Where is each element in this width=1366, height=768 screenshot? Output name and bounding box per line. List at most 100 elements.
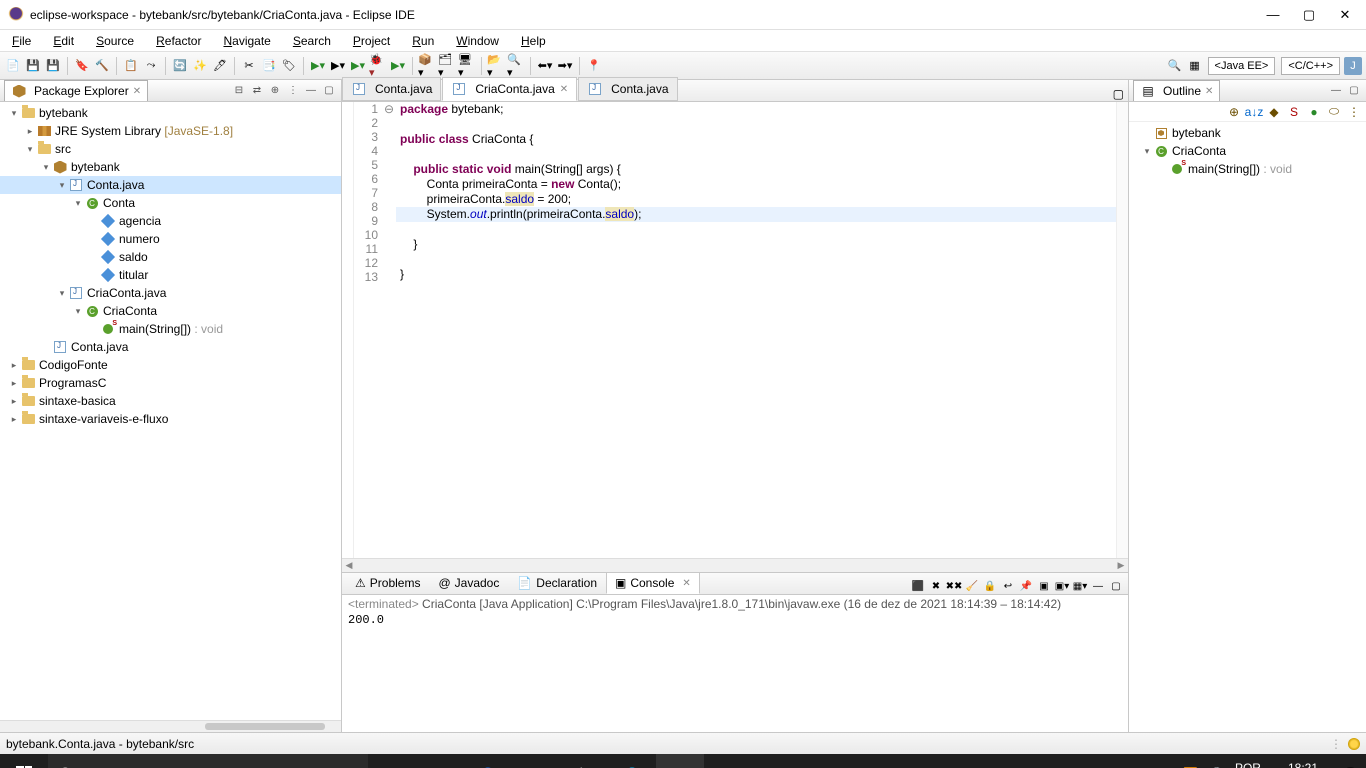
toggle-mark-button[interactable]: 🔖 (73, 57, 91, 75)
menu-source[interactable]: Source (90, 32, 140, 50)
new-button[interactable]: 📄 (4, 57, 22, 75)
build-button[interactable]: 🔨 (93, 57, 111, 75)
brush-button[interactable]: 🖊 (211, 57, 229, 75)
wand-button[interactable]: ✨ (191, 57, 209, 75)
scroll-left-icon[interactable]: ◀ (342, 560, 356, 571)
tree-row[interactable]: ▸sintaxe-basica (0, 392, 341, 410)
quick-access-button[interactable]: 🔍 (1166, 57, 1184, 75)
clock[interactable]: 18:21 16/12/2021 (1273, 762, 1333, 768)
tree-row[interactable]: numero (0, 230, 341, 248)
editor-tab[interactable]: CriaConta.java✕ (442, 77, 577, 101)
package-explorer-tree[interactable]: ▾bytebank▸JRE System Library [JavaSE-1.8… (0, 102, 341, 720)
toggle-breadcrumb-button[interactable]: 📋 (122, 57, 140, 75)
expand-toggle[interactable]: ▾ (8, 108, 20, 119)
close-button[interactable]: ✕ (1338, 7, 1352, 23)
expand-toggle[interactable]: ▸ (8, 396, 20, 407)
expand-toggle[interactable]: ▾ (1141, 146, 1153, 157)
expand-toggle[interactable]: ▾ (24, 144, 36, 155)
expand-toggle[interactable]: ▸ (24, 126, 36, 137)
collapse-all-button[interactable]: ⊟ (231, 83, 247, 99)
open-console-button[interactable]: ▣▾ (1054, 578, 1070, 594)
maximize-editor-button[interactable]: ▢ (1113, 87, 1124, 101)
bottom-tab-declaration[interactable]: 📄Declaration (508, 572, 606, 594)
view-menu-button[interactable]: ⋮ (285, 83, 301, 99)
remove-all-button[interactable]: ✖✖ (946, 578, 962, 594)
expand-toggle[interactable]: ▾ (56, 288, 68, 299)
editor-hscroll[interactable]: ◀ ▶ (342, 558, 1128, 572)
minimize-view-button[interactable]: — (303, 83, 319, 99)
scroll-right-icon[interactable]: ▶ (1114, 560, 1128, 571)
coverage-button[interactable]: ▶▾ (329, 57, 347, 75)
perspective-cpp[interactable]: <C/C++> (1281, 57, 1340, 75)
open-perspective-button[interactable]: ▦ (1186, 57, 1204, 75)
pin-editor-button[interactable]: 📍 (585, 57, 603, 75)
open-type-button[interactable]: 📂▾ (487, 57, 505, 75)
menu-project[interactable]: Project (347, 32, 396, 50)
tree-row[interactable]: titular (0, 266, 341, 284)
menu-file[interactable]: File (6, 32, 37, 50)
tree-row[interactable]: agencia (0, 212, 341, 230)
status-view-menu[interactable]: ⋮ (1330, 737, 1342, 751)
tree-row[interactable]: ▸ProgramasC (0, 374, 341, 392)
menu-window[interactable]: Window (450, 32, 505, 50)
hide-local-button[interactable]: ⬭ (1326, 104, 1342, 120)
menu-run[interactable]: Run (406, 32, 440, 50)
menu-help[interactable]: Help (515, 32, 552, 50)
sort-button[interactable]: a↓z (1246, 104, 1262, 120)
view-menu-button[interactable]: ⋮ (1346, 104, 1362, 120)
external-tools-button[interactable]: ▶▾ (389, 57, 407, 75)
overview-ruler[interactable] (1116, 102, 1128, 558)
expand-toggle[interactable]: ▾ (72, 198, 84, 209)
tree-row[interactable]: Conta.java (0, 338, 341, 356)
save-button[interactable]: 💾 (24, 57, 42, 75)
bottom-tab-problems[interactable]: ⚠Problems (346, 572, 429, 594)
tree-row[interactable]: ▾CriaConta.java (0, 284, 341, 302)
maximize-button[interactable]: ▢ (1302, 7, 1316, 23)
editor-tab[interactable]: Conta.java (342, 77, 441, 101)
package-explorer-tab[interactable]: Package Explorer ✕ (4, 80, 148, 101)
refresh-button[interactable]: 🔄 (171, 57, 189, 75)
debug-button[interactable]: 🐞▾ (369, 57, 387, 75)
tree-row[interactable]: ▾CConta (0, 194, 341, 212)
edge-app[interactable]: 🌐 (608, 754, 656, 768)
pin-console-button[interactable]: 📌 (1018, 578, 1034, 594)
display-selected-button[interactable]: ▦▾ (1072, 578, 1088, 594)
tip-bulb-icon[interactable] (1348, 738, 1360, 750)
link-editor-button[interactable]: ⇄ (249, 83, 265, 99)
perspective-java[interactable]: J (1344, 57, 1362, 75)
editor-tab[interactable]: Conta.java (578, 77, 677, 101)
expand-toggle[interactable]: ▸ (8, 378, 20, 389)
tree-row[interactable]: saldo (0, 248, 341, 266)
hide-fields-button[interactable]: ◆ (1266, 104, 1282, 120)
task-view-button[interactable]: ⧉ (416, 754, 464, 768)
menu-navigate[interactable]: Navigate (217, 32, 276, 50)
close-icon[interactable]: ✕ (1205, 86, 1213, 97)
tree-row[interactable]: ▾CCriaConta (1129, 142, 1366, 160)
tree-row[interactable]: ▾src (0, 140, 341, 158)
perspective-javaee[interactable]: <Java EE> (1208, 57, 1276, 75)
hide-static-button[interactable]: S (1286, 104, 1302, 120)
chrome-app[interactable]: 🔵 (464, 754, 512, 768)
save-all-button[interactable]: 💾 (44, 57, 62, 75)
horizontal-scrollbar[interactable] (0, 720, 341, 732)
tree-row[interactable]: ▾bytebank (0, 104, 341, 122)
tree-row[interactable]: ▾bytebank (0, 158, 341, 176)
tree-row[interactable]: ▸JRE System Library [JavaSE-1.8] (0, 122, 341, 140)
editor-body[interactable]: 12345678910111213 ⊖ package bytebank;pub… (342, 102, 1128, 558)
new-class-button[interactable]: 🗂▾ (438, 57, 456, 75)
hide-nonpublic-button[interactable]: ● (1306, 104, 1322, 120)
cortana-button[interactable]: ◯ (368, 754, 416, 768)
maximize-view-button[interactable]: ▢ (1108, 578, 1124, 594)
word-wrap-button[interactable]: ↩ (1000, 578, 1016, 594)
tree-row[interactable]: main(String[]) : void (1129, 160, 1366, 178)
skip-breakpoints-button[interactable]: ⤳ (142, 57, 160, 75)
console-output[interactable]: 200.0 (342, 613, 1128, 732)
folding-gutter[interactable]: ⊖ (384, 102, 396, 558)
bottom-tab-javadoc[interactable]: @Javadoc (429, 572, 508, 594)
menu-edit[interactable]: Edit (47, 32, 80, 50)
tree-row[interactable]: ▾Conta.java (0, 176, 341, 194)
show-console-button[interactable]: ▣ (1036, 578, 1052, 594)
minimize-view-button[interactable]: — (1328, 83, 1344, 99)
run-button[interactable]: ▶▾ (349, 57, 367, 75)
bookmark-button[interactable]: 📑 (260, 57, 278, 75)
